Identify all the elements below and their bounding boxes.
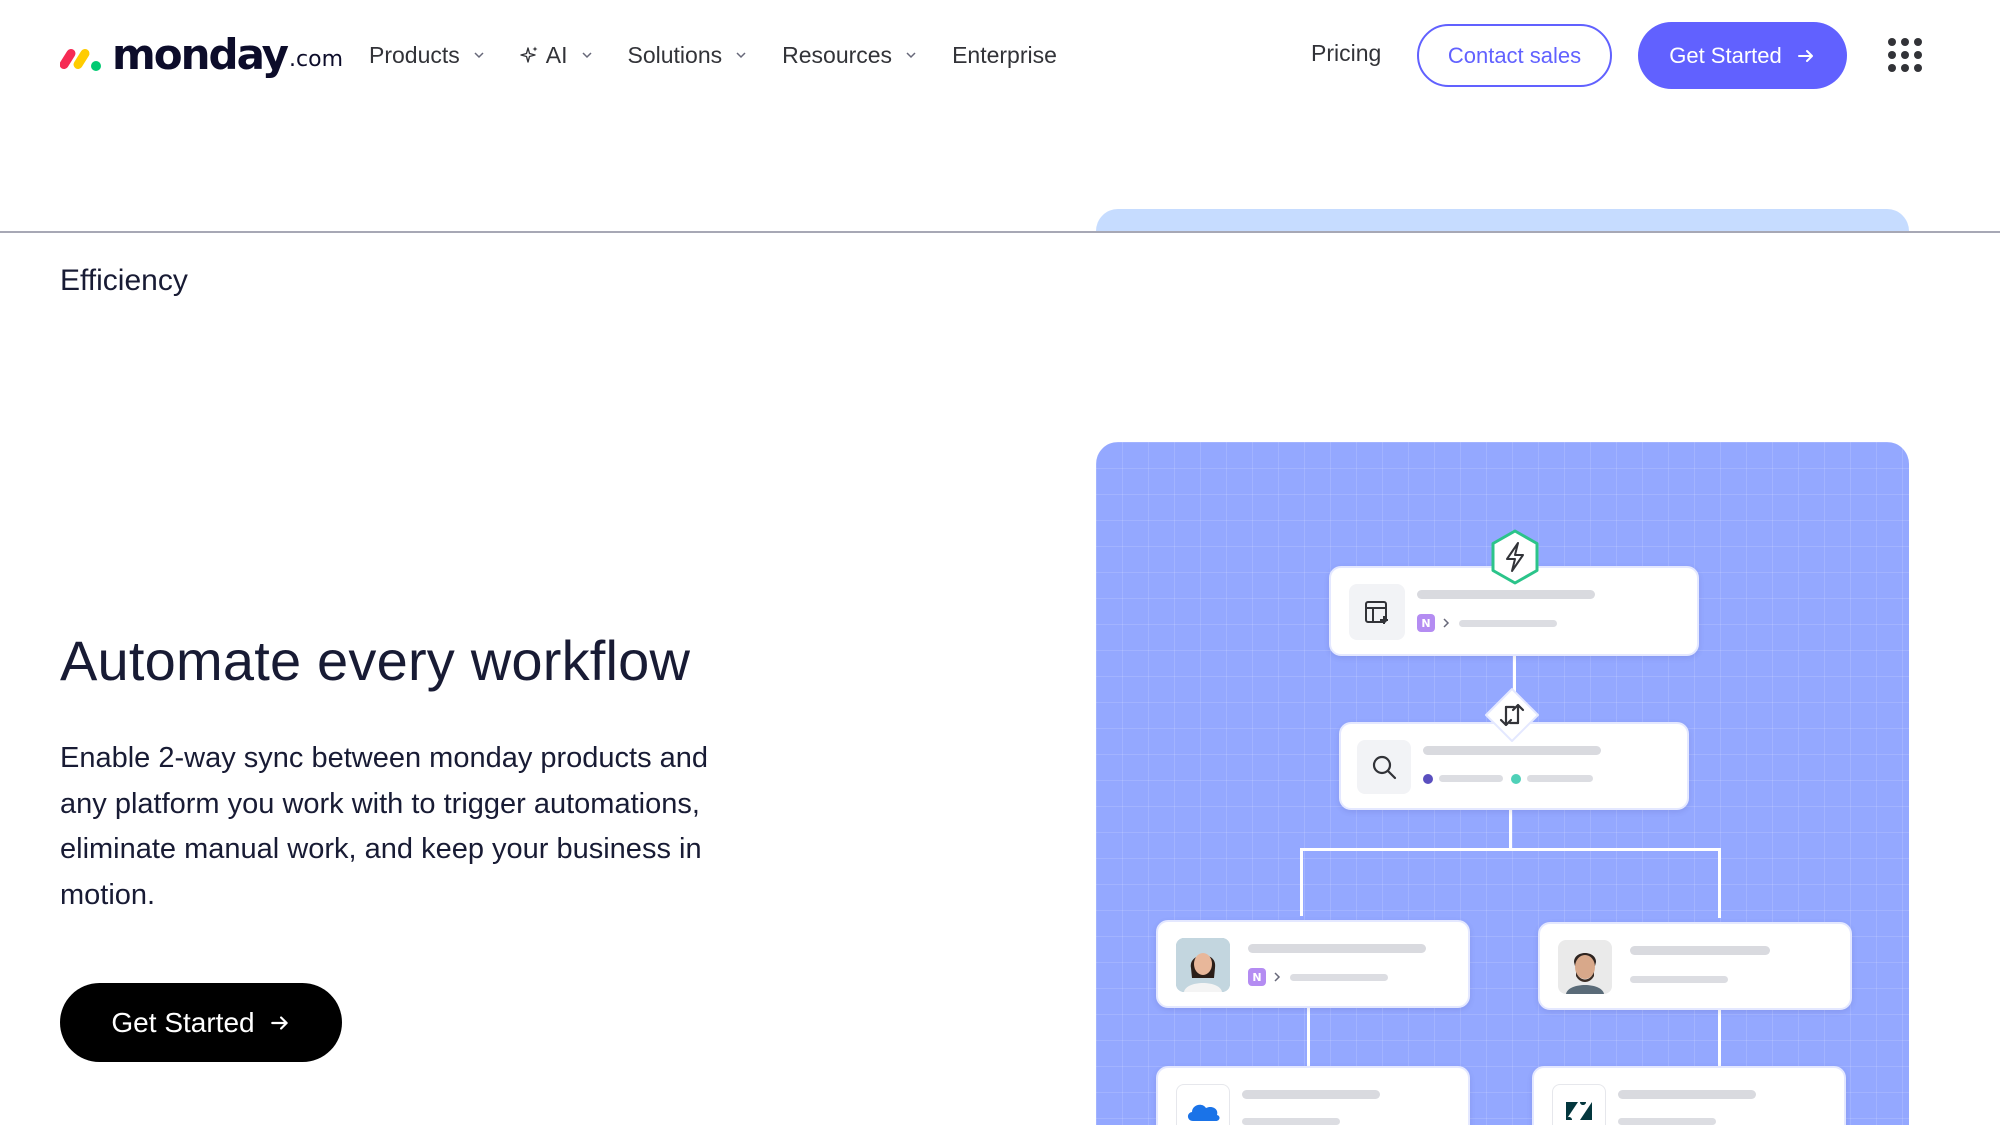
zendesk-icon: [1552, 1084, 1606, 1125]
nav-item-label: Solutions: [627, 41, 723, 68]
chevron-right-icon: [1274, 972, 1281, 982]
sparkle-icon: [520, 46, 538, 63]
chevron-down-icon: [736, 52, 746, 59]
placeholder-line: [1630, 946, 1770, 955]
arrow-right-icon: [1797, 49, 1813, 62]
nav-item-label: Resources: [782, 41, 893, 68]
lightning-icon: [1491, 529, 1539, 585]
sync-arrows-icon: [1485, 688, 1539, 742]
onedrive-cloud-icon: [1176, 1084, 1230, 1125]
nav-item-products[interactable]: Products: [369, 42, 486, 69]
placeholder-line: [1242, 1090, 1380, 1099]
contact-sales-button[interactable]: Contact sales: [1417, 24, 1612, 87]
placeholder-line: [1417, 590, 1595, 599]
get-started-button[interactable]: Get Started: [1638, 22, 1847, 89]
main-menu: Products AI Solutions Resources Enterpri…: [369, 34, 1091, 76]
nav-item-enterprise[interactable]: Enterprise: [952, 42, 1057, 69]
placeholder-line: [1439, 775, 1503, 782]
status-dot: [1423, 774, 1433, 784]
avatar-woman: [1176, 938, 1230, 992]
chevron-down-icon: [474, 52, 484, 59]
placeholder-line: [1527, 775, 1593, 782]
status-dot: [1511, 774, 1521, 784]
placeholder-line: [1242, 1118, 1340, 1125]
arrow-right-icon: [270, 1015, 288, 1030]
section-description: Enable 2-way sync between monday product…: [60, 742, 709, 911]
nav-item-label: AI: [545, 41, 568, 68]
connector-line: [1300, 848, 1303, 916]
placeholder-line: [1630, 976, 1728, 983]
nav-item-solutions[interactable]: Solutions: [628, 42, 749, 69]
get-started-cta-button[interactable]: Get Started: [60, 983, 342, 1062]
nav-item-ai[interactable]: AI: [520, 42, 594, 69]
cta-label: Get Started: [111, 1006, 255, 1038]
zendesk-node-card: [1532, 1066, 1846, 1125]
chevron-down-icon: [906, 52, 916, 59]
workflow-illustration: N N: [1096, 442, 1909, 1125]
avatar-man: [1558, 940, 1612, 994]
n-badge: N: [1248, 968, 1266, 986]
chevron-down-icon: [581, 52, 592, 59]
logo-wordmark: monday: [112, 30, 289, 79]
assignee-node-card: [1538, 922, 1852, 1010]
section-headline: Automate every workflow: [60, 629, 691, 692]
board-add-icon: [1349, 584, 1405, 640]
nav-item-label: Products: [369, 41, 460, 68]
placeholder-line: [1423, 746, 1601, 755]
connector-line: [1300, 848, 1721, 851]
onedrive-node-card: [1156, 1066, 1470, 1125]
get-started-label: Get Started: [1669, 42, 1782, 68]
search-icon: [1357, 740, 1411, 794]
placeholder-line: [1459, 620, 1557, 627]
placeholder-line: [1618, 1090, 1756, 1099]
top-navigation: monday .com Products AI Solutions Resour…: [0, 0, 2000, 110]
chevron-right-icon: [1443, 618, 1450, 628]
placeholder-line: [1618, 1118, 1716, 1125]
assignee-node-card: N: [1156, 920, 1470, 1008]
section-divider: [0, 231, 2000, 233]
connector-line: [1718, 848, 1721, 918]
logo-mark-icon: [60, 48, 101, 71]
grid-menu-icon[interactable]: [1888, 38, 1922, 72]
monday-logo[interactable]: monday .com: [60, 30, 343, 80]
previous-section-card: [1096, 209, 1909, 233]
connector-line: [1509, 810, 1512, 850]
nav-item-resources[interactable]: Resources: [782, 42, 918, 69]
placeholder-line: [1290, 974, 1388, 981]
section-eyebrow: Efficiency: [60, 264, 188, 297]
nav-item-label: Enterprise: [952, 41, 1057, 68]
n-badge: N: [1417, 614, 1435, 632]
placeholder-line: [1248, 944, 1426, 953]
logo-suffix: .com: [289, 47, 343, 72]
pricing-link[interactable]: Pricing: [1311, 40, 1381, 67]
contact-sales-label: Contact sales: [1447, 42, 1582, 68]
